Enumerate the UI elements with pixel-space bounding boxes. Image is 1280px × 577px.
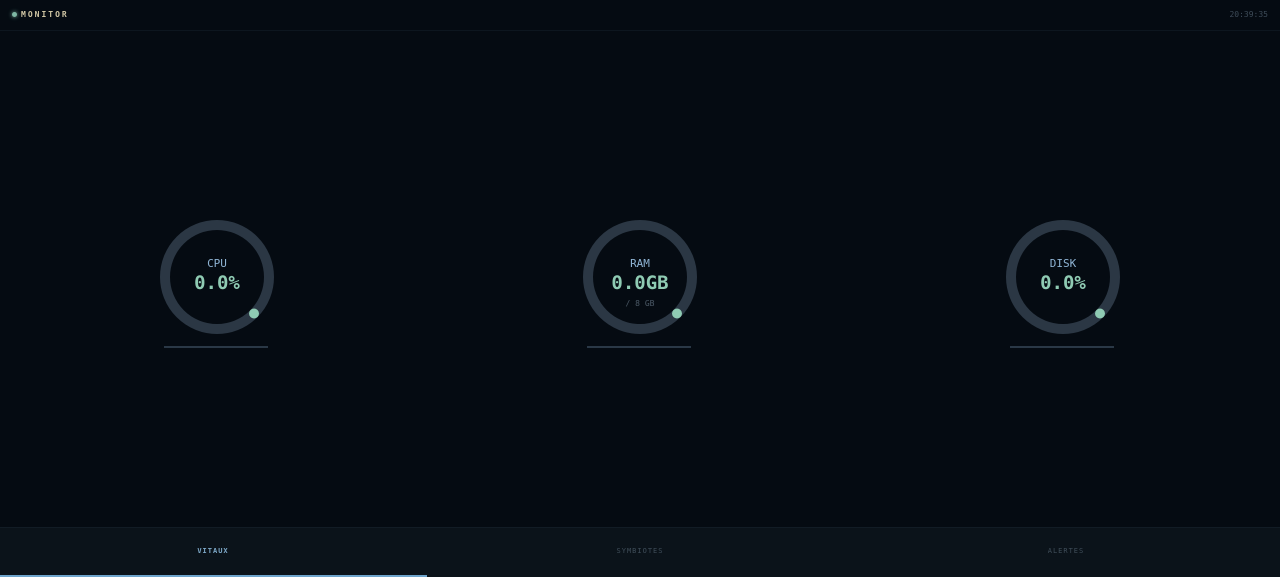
ram-gauge-label: RAM xyxy=(630,257,650,270)
tab-alertes[interactable]: ALERTES xyxy=(853,528,1279,577)
ram-gauge-total: / 8 GB xyxy=(625,299,655,308)
ram-gauge-bar xyxy=(587,346,691,348)
monitor-app: MONITOR 20:39:35 CPU 0.0% RAM 0.0GB / 8 … xyxy=(0,0,1280,577)
disk-gauge-label: DISK xyxy=(1049,257,1077,270)
cpu-gauge-value: 0.0% xyxy=(194,272,240,294)
status-indicator-icon xyxy=(12,12,17,17)
tab-vitaux[interactable]: VITAUX xyxy=(0,528,426,577)
clock-time: 20:39:35 xyxy=(1229,10,1268,19)
tab-symbiotes[interactable]: SYMBIOTES xyxy=(427,528,853,577)
cpu-gauge-bar xyxy=(164,346,268,348)
ram-gauge: RAM 0.0GB / 8 GB xyxy=(582,219,698,349)
cpu-gauge: CPU 0.0% xyxy=(159,219,275,349)
disk-gauge-marker xyxy=(1095,308,1105,319)
ram-gauge-marker xyxy=(672,308,682,319)
disk-gauge-value: 0.0% xyxy=(1040,272,1086,294)
disk-gauge: DISK 0.0% xyxy=(1005,219,1121,349)
header-bar: MONITOR 20:39:35 xyxy=(0,0,1280,31)
cpu-gauge-marker xyxy=(249,308,259,319)
app-title: MONITOR xyxy=(21,10,69,19)
disk-gauge-bar xyxy=(1010,346,1114,348)
bottom-nav: VITAUX SYMBIOTES ALERTES xyxy=(0,527,1280,577)
cpu-gauge-label: CPU xyxy=(207,257,227,270)
ram-gauge-value: 0.0GB xyxy=(611,272,669,294)
